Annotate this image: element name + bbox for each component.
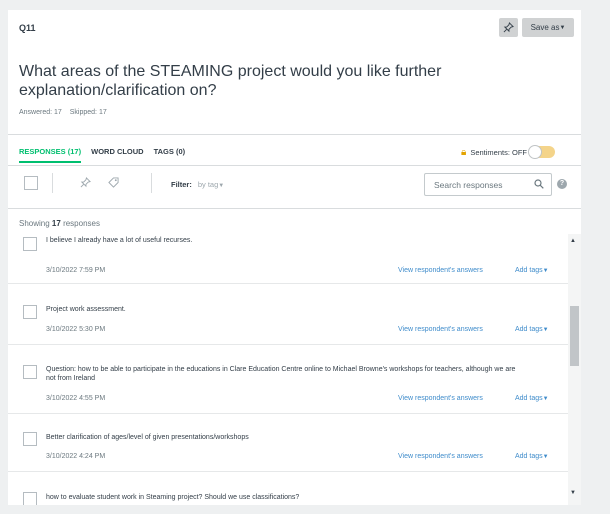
chevron-down-icon: ▼ [542, 396, 549, 402]
list-item: how to evaluate student work in Steaming… [8, 472, 568, 505]
divider [52, 173, 53, 193]
response-text: Better clarification of ages/level of gi… [46, 434, 249, 441]
response-checkbox[interactable] [23, 305, 37, 319]
list-item: Project work assessment. 3/10/2022 5:30 … [8, 284, 568, 345]
add-tags-dropdown[interactable]: Add tags▼ [515, 326, 549, 333]
tab-word-cloud[interactable]: WORD CLOUD [91, 147, 144, 163]
search-icon[interactable] [534, 179, 544, 192]
save-as-label: Save as [530, 23, 560, 32]
sentiments-label: Sentiments: OFF [470, 147, 528, 157]
view-answers-link[interactable]: View respondent's answers [398, 453, 483, 460]
response-date: 3/10/2022 4:24 PM [46, 453, 106, 460]
response-text: Question: how to be able to participate … [46, 366, 516, 382]
tab-bar: RESPONSES (17) WORD CLOUD TAGS (0) [19, 147, 195, 163]
question-number: Q11 [19, 23, 36, 33]
response-stats: Answered: 17 Skipped: 17 [19, 109, 107, 116]
search-box [424, 173, 552, 196]
tab-tags[interactable]: TAGS (0) [154, 147, 186, 163]
chevron-down-icon: ▼ [542, 268, 549, 274]
chevron-down-icon: ▼ [559, 24, 566, 31]
filter-label: Filter: [171, 180, 192, 189]
pin-icon [503, 22, 514, 33]
filter-control[interactable]: Filter: by tag▼ [171, 180, 224, 189]
save-as-button[interactable]: Save as ▼ [522, 18, 574, 37]
sentiments-control: 🔒︎ Sentiments: OFF [461, 145, 556, 159]
scroll-down-arrow[interactable]: ▼ [570, 490, 576, 496]
add-tags-dropdown[interactable]: Add tags▼ [515, 453, 549, 460]
chevron-down-icon: ▼ [542, 454, 549, 460]
response-checkbox[interactable] [23, 365, 37, 379]
divider [8, 165, 581, 166]
response-text: Project work assessment. [46, 306, 126, 313]
sentiments-toggle[interactable] [528, 145, 556, 159]
view-answers-link[interactable]: View respondent's answers [398, 267, 483, 274]
divider [8, 208, 581, 209]
list-item: Better clarification of ages/level of gi… [8, 414, 568, 472]
help-icon[interactable]: ? [557, 179, 567, 189]
add-tags-dropdown[interactable]: Add tags▼ [515, 395, 549, 402]
question-title: What areas of the STEAMING project would… [19, 63, 442, 99]
scrollbar[interactable] [568, 234, 581, 505]
filter-value: by tag [197, 180, 219, 189]
skipped-count: Skipped: 17 [69, 109, 107, 116]
response-text: I believe I already have a lot of useful… [46, 237, 193, 244]
scrollbar-thumb[interactable] [570, 306, 579, 366]
tab-responses[interactable]: RESPONSES (17) [19, 147, 82, 163]
response-checkbox[interactable] [23, 432, 37, 446]
showing-count: Showing 17 responses [19, 219, 100, 228]
pin-icon[interactable] [80, 177, 91, 191]
response-checkbox[interactable] [23, 237, 37, 251]
select-all-checkbox[interactable] [24, 176, 38, 190]
scroll-up-arrow[interactable]: ▲ [570, 238, 576, 244]
chevron-down-icon: ▼ [218, 183, 225, 189]
response-date: 3/10/2022 7:59 PM [46, 267, 106, 274]
divider [8, 134, 581, 135]
tag-icon[interactable] [108, 177, 119, 191]
response-date: 3/10/2022 4:55 PM [46, 395, 106, 402]
list-item: Question: how to be able to participate … [8, 345, 568, 414]
divider [151, 173, 152, 193]
question-card: Q11 Save as ▼ What areas of the STEAMING … [8, 10, 581, 505]
response-text: how to evaluate student work in Steaming… [46, 494, 300, 501]
answered-count: Answered: 17 [19, 109, 62, 116]
search-input[interactable] [425, 174, 525, 195]
pin-button[interactable] [499, 18, 518, 37]
toggle-knob [528, 145, 543, 159]
response-checkbox[interactable] [23, 492, 37, 505]
lock-icon: 🔒︎ [461, 146, 467, 158]
add-tags-dropdown[interactable]: Add tags▼ [515, 267, 549, 274]
list-item: I believe I already have a lot of useful… [8, 232, 568, 284]
response-list: I believe I already have a lot of useful… [8, 232, 568, 505]
response-date: 3/10/2022 5:30 PM [46, 326, 106, 333]
view-answers-link[interactable]: View respondent's answers [398, 395, 483, 402]
chevron-down-icon: ▼ [542, 327, 549, 333]
view-answers-link[interactable]: View respondent's answers [398, 326, 483, 333]
